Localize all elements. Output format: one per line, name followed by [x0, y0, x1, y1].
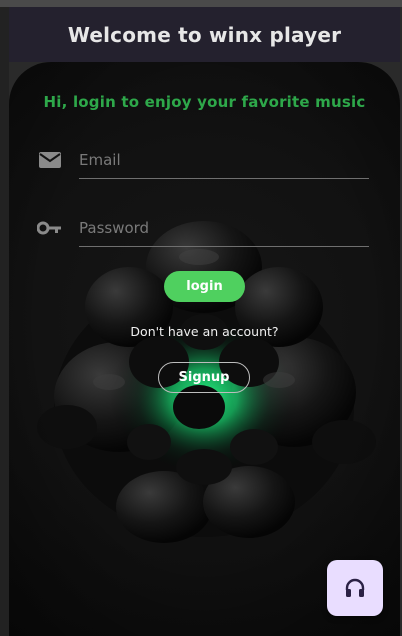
- login-button[interactable]: login: [164, 271, 245, 302]
- headphones-icon: [345, 578, 365, 597]
- email-row: [37, 142, 372, 182]
- app-page: Welcome to winx player Hi, login to enjo…: [0, 0, 402, 636]
- mail-icon: [39, 152, 61, 168]
- key-icon: [37, 221, 61, 235]
- login-card: Hi, login to enjoy your favorite music l…: [9, 62, 400, 636]
- left-gutter: [0, 7, 9, 636]
- top-strip: [0, 0, 402, 7]
- headphones-button[interactable]: [327, 560, 383, 616]
- email-field[interactable]: [79, 142, 369, 179]
- login-subtitle: Hi, login to enjoy your favorite music: [43, 93, 366, 111]
- signup-button[interactable]: Signup: [158, 362, 250, 393]
- app-header: Welcome to winx player: [9, 7, 400, 62]
- password-row: [37, 210, 372, 250]
- no-account-text: Don't have an account?: [130, 324, 279, 339]
- password-field[interactable]: [79, 210, 369, 247]
- page-title: Welcome to winx player: [67, 22, 342, 47]
